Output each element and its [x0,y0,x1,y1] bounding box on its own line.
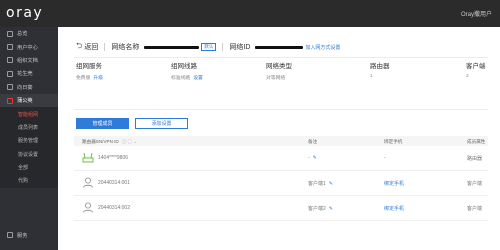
upgrade-link[interactable]: 升级 [93,76,103,81]
sidebar: 总览 用户中心 组织文档 花生壳 向日葵 蒲公英 智能组网 成员列表 服务管理 … [0,27,58,250]
sidebar-item-org-docs[interactable]: 组织文档 [0,54,58,67]
network-id-label: 网络ID [229,44,251,51]
column-header-label: 路由器SN/VPN ID [82,139,119,144]
bind-phone-link[interactable]: 绑定手机 [384,180,404,187]
user-menu[interactable]: Oray撒用户 [461,9,492,18]
bind-phone-link[interactable]: 绑定手机 [384,205,404,212]
sunflower-icon [7,84,13,91]
sidebar-item-label: 组织文档 [17,57,38,64]
phone-cell: - [384,155,386,161]
note-text: - [308,155,310,161]
sort-filter-icons[interactable]: ⓘ ◯ ⌄ [122,139,138,144]
network-name-tag: 默认 [201,43,217,51]
dandelion-icon [7,97,13,104]
info-title: 组网服务 [76,63,102,70]
info-value: 对等网络 [266,76,286,81]
sidebar-item-dandelion[interactable]: 蒲公英 [0,93,58,108]
sidebar-item-service[interactable]: 服务 [0,229,58,242]
back-arrow-icon[interactable]: ⮌ [76,40,82,54]
sidebar-item-label: 花生壳 [17,71,33,78]
sidebar-item-peanut[interactable]: 花生壳 [0,67,58,80]
sidebar-item-overview[interactable]: 总览 [0,27,58,40]
table-row[interactable]: 1404****9806 - ✎ - 路由器 [74,146,488,171]
sidebar-item-label: 用户中心 [17,44,38,51]
line-settings-link[interactable]: 设置 [193,76,203,81]
network-name-value [144,45,200,49]
table-row[interactable]: 20440314:002 客户端2 ✎ 绑定手机 客户端 [74,196,488,221]
edit-icon[interactable]: ✎ [329,181,333,187]
device-name: 20440314:001 [98,180,130,186]
divider [74,109,488,110]
invite-settings-link[interactable]: 加入网方式设置 [305,44,340,51]
sidebar-item-user-center[interactable]: 用户中心 [0,40,58,53]
info-router: 路由器 1 [370,60,390,79]
sidebar-subitem-smart-network[interactable]: 智能组网 [0,107,58,121]
table-header: 路由器SN/VPN ID ⓘ ◯ ⌄ 备注 绑定手机 成员属性 [74,136,488,146]
sidebar-item-label: 蒲公英 [17,98,33,105]
info-title: 网络类型 [266,63,292,70]
router-icon [82,152,94,163]
info-title: 路由器 [370,63,390,70]
sidebar-subitem-all[interactable]: 全部 [0,160,58,175]
divider [74,57,488,58]
note-text: 客户端2 [308,206,326,212]
person-icon [83,202,93,213]
info-client: 客户端 2 [466,60,486,79]
sidebar-subitem-service-manage[interactable]: 服务管理 [0,134,58,148]
note-cell: - ✎ [308,155,317,161]
service-icon [7,232,13,239]
table-row[interactable]: 20440314:001 客户端1 ✎ 绑定手机 客户端 [74,171,488,196]
info-network-type: 网络类型 对等网络 [266,60,292,81]
sidebar-subitem-protocol[interactable]: 协议设置 [0,147,58,161]
add-settings-button[interactable]: 添加设置 [135,118,188,129]
sidebar-subitem-member-list[interactable]: 成员列表 [0,120,58,135]
oray-logo[interactable]: oray [6,5,43,21]
sidebar-subitem-purchase[interactable]: 代购 [0,174,58,188]
note-cell: 客户端1 ✎ [308,180,333,187]
info-value-text: 免费版 [76,76,91,81]
sidebar-item-label: 向日葵 [17,84,33,91]
info-value-text: 标准线路 [171,76,191,81]
sidebar-item-label: 服务 [17,232,28,239]
note-text: 客户端1 [308,181,326,187]
manage-members-button[interactable]: 管理成员 [76,118,129,129]
main-panel: ⮌ 返回 网络名称 默认 网络ID 加入网方式设置 组网服务 免费版 升级 组网线… [58,27,500,250]
owner-cell: 客户端 [467,181,483,187]
sidebar-item-sunflower[interactable]: 向日葵 [0,81,58,94]
network-header: ⮌ 返回 网络名称 默认 网络ID 加入网方式设置 [76,41,340,53]
home-icon [7,30,13,37]
doc-icon [7,57,13,64]
info-line: 组网线路 标准线路 设置 [171,60,203,81]
note-cell: 客户端2 ✎ [308,205,333,212]
network-info: 组网服务 免费版 升级 组网线路 标准线路 设置 网络类型 对等网络 路由器 1 客… [76,60,488,90]
edit-icon[interactable]: ✎ [329,206,333,212]
back-link[interactable]: 返回 [84,42,98,52]
owner-cell: 客户端 [467,206,483,212]
edit-icon[interactable]: ✎ [313,155,317,161]
info-service: 组网服务 免费版 升级 [76,60,103,81]
router-count-link[interactable]: 1 [370,74,390,79]
network-name-label: 网络名称 [111,44,140,51]
owner-cell: 路由器 [467,156,483,162]
divider [104,43,106,51]
network-id-value [255,45,304,49]
info-value: 2 [466,74,469,79]
info-value: 免费版 升级 [76,74,103,81]
user-icon [7,44,13,51]
divider [222,43,224,51]
person-icon [83,177,93,188]
device-name: 1404****9806 [98,155,129,161]
info-value: 标准线路 设置 [171,74,203,81]
column-header-owner: 成员属性 [467,139,486,144]
peanut-icon [7,70,13,77]
info-title: 组网线路 [171,63,197,70]
top-bar: oray Oray撒用户 [0,0,500,27]
info-title: 客户端 [466,63,486,70]
sidebar-item-label: 总览 [17,31,28,38]
device-name: 20440314:002 [98,205,130,211]
column-header-name: 路由器SN/VPN ID ⓘ ◯ ⌄ [82,139,137,145]
column-header-note: 备注 [308,139,318,144]
column-header-phone: 绑定手机 [384,139,403,144]
